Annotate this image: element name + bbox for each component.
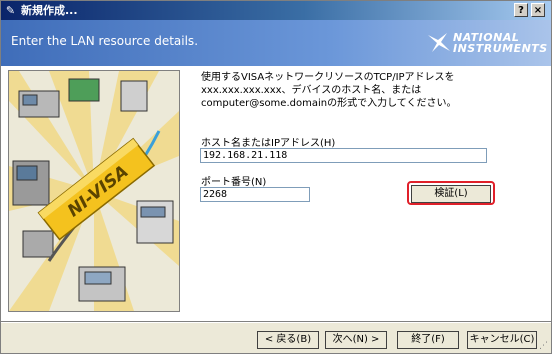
header-banner: Enter the LAN resource details. NATIONAL… [1,20,551,66]
logo-text-instruments: INSTRUMENTS [453,42,548,55]
host-input[interactable]: 192.168.21.118 [200,148,487,163]
instruction-text: 使用するVISAネットワークリソースのTCP/IPアドレスをxxx.xxx.xx… [201,72,457,109]
new-resource-wizard-window: ✎ 新規作成... ? × Enter the LAN resource det… [0,0,552,354]
help-button[interactable]: ? [514,3,528,17]
window-title: 新規作成... [21,4,78,17]
back-button[interactable]: < 戻る(B) [257,331,319,349]
instrument-hub-icon: NI-VISA [9,71,179,311]
highlight-box [407,181,495,205]
host-label: ホスト名またはIPアドレス(H) [201,138,336,149]
port-label: ポート番号(N) [201,177,267,188]
footer-divider-light [1,322,551,323]
page-heading: Enter the LAN resource details. [11,34,199,48]
title-bar[interactable]: ✎ 新規作成... ? × [1,1,551,20]
finish-button[interactable]: 終了(F) [397,331,459,349]
port-input[interactable]: 2268 [200,187,310,202]
app-icon: ✎ [5,4,16,17]
ni-visa-illustration: NI-VISA [8,70,180,312]
next-button[interactable]: 次へ(N) > [325,331,387,349]
close-button[interactable]: × [531,3,545,17]
ni-logo: NATIONAL INSTRUMENTS [427,30,548,56]
resize-grip-icon[interactable]: ⋰ [539,341,549,351]
cancel-button[interactable]: キャンセル(C) [467,331,537,349]
eagle-icon [428,33,450,52]
